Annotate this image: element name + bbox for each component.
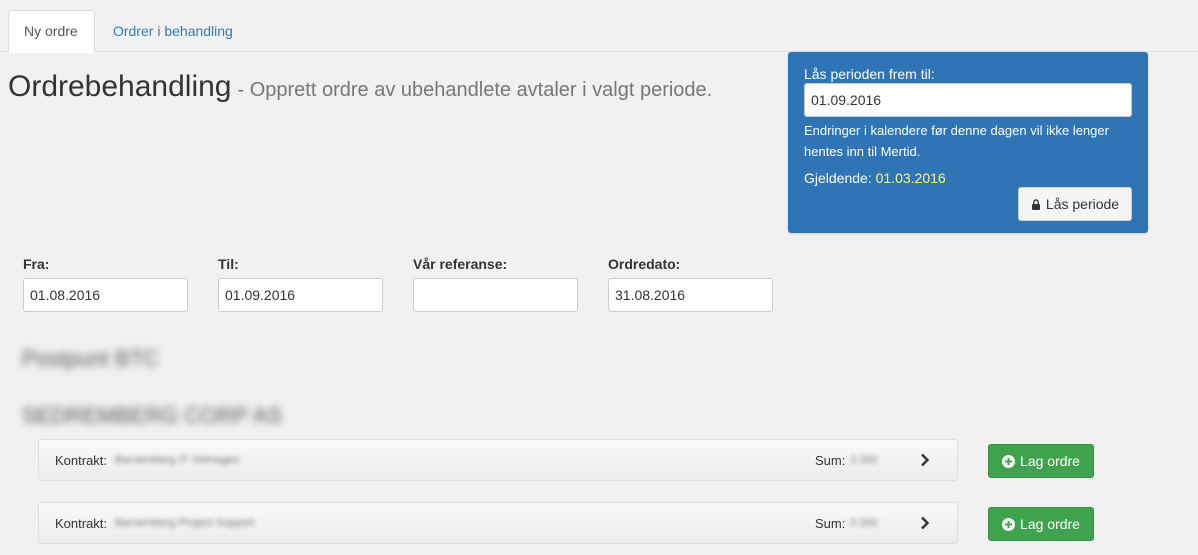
tab-orders-in-progress[interactable]: Ordrer i behandling — [98, 10, 248, 52]
to-label: Til: — [218, 256, 239, 272]
to-date-input[interactable] — [218, 278, 383, 312]
lock-period-button-label: Lås periode — [1045, 196, 1120, 212]
reference-input[interactable] — [413, 278, 578, 312]
contract-label: Kontrakt: — [55, 453, 108, 468]
page-subtitle: - Opprett ordre av ubehandlete avtaler i… — [237, 79, 713, 101]
page-title: Ordrebehandling - Opprett ordre av ubehan… — [8, 70, 712, 104]
page-title-text: Ordrebehandling — [8, 70, 232, 103]
current-lock-label: Gjeldende: — [804, 170, 872, 186]
create-order-button[interactable]: Lag ordre — [988, 507, 1094, 541]
order-date-label: Ordredato: — [608, 256, 681, 272]
customer-group-heading: Postpunt BTC — [22, 346, 159, 371]
lock-date-input[interactable] — [804, 83, 1132, 117]
lock-period-label: Lås perioden frem til: — [804, 66, 935, 82]
from-date-input[interactable] — [23, 278, 188, 312]
contract-name: Barnemberg IT Velmagen — [115, 454, 241, 466]
plus-circle-icon — [1002, 517, 1016, 531]
create-order-button-label: Lag ordre — [1020, 453, 1080, 469]
plus-circle-icon — [1002, 454, 1016, 468]
contract-row[interactable]: Kontrakt: Barnemberg Project Support Sum… — [38, 502, 958, 544]
lock-info-text: Endringer i kalendere før denne dagen vi… — [804, 123, 1109, 159]
lock-icon — [1031, 198, 1040, 210]
order-date-input[interactable] — [608, 278, 773, 312]
lock-period-button[interactable]: Lås periode — [1018, 187, 1132, 221]
contract-name: Barnemberg Project Support — [115, 517, 255, 529]
create-order-button[interactable]: Lag ordre — [988, 444, 1094, 478]
tab-new-order[interactable]: Ny ordre — [8, 10, 95, 53]
create-order-button-label: Lag ordre — [1020, 516, 1080, 532]
lock-period-panel: Lås perioden frem til: Endringer i kalen… — [788, 52, 1148, 233]
reference-label: Vår referanse: — [413, 256, 508, 272]
customer-heading: SEDREMBERG CORP AS — [22, 403, 282, 428]
contract-label: Kontrakt: — [55, 516, 108, 531]
sum-value: 3 200 — [850, 517, 878, 529]
chevron-right-icon[interactable] — [920, 516, 930, 530]
current-lock-value: 01.03.2016 — [875, 170, 946, 186]
tab-bar: Ny ordre Ordrer i behandling — [0, 0, 1198, 53]
from-label: Fra: — [23, 256, 50, 272]
sum-label: Sum: — [815, 516, 846, 531]
chevron-right-icon[interactable] — [920, 453, 930, 467]
contract-row[interactable]: Kontrakt: Barnemberg IT Velmagen Sum: 3 … — [38, 439, 958, 481]
current-lock-date: Gjeldende: 01.03.2016 — [804, 170, 946, 186]
sum-value: 3 200 — [850, 454, 878, 466]
sum-label: Sum: — [815, 453, 846, 468]
